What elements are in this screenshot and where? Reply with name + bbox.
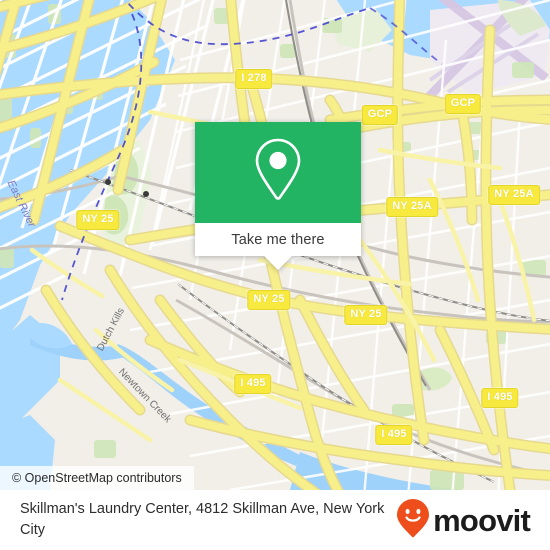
map-attribution[interactable]: © OpenStreetMap contributors — [0, 466, 194, 490]
road-shield[interactable]: I 495 — [375, 425, 413, 445]
road-shield[interactable]: NY 25 — [76, 210, 120, 230]
take-me-there-button[interactable]: Take me there — [195, 223, 361, 256]
map-canvas[interactable]: I 278 GCP GCP NY 25 NY 25A NY 25A NY 25 … — [0, 0, 550, 490]
map-pin-icon — [250, 135, 306, 210]
location-title: Skillman's Laundry Center, 4812 Skillman… — [20, 501, 385, 538]
moovit-wordmark: moovit — [433, 502, 531, 538]
road-shield[interactable]: NY 25A — [386, 197, 438, 217]
road-shield[interactable]: I 495 — [234, 374, 272, 394]
road-shield[interactable]: NY 25A — [488, 185, 540, 205]
take-me-there-label: Take me there — [231, 231, 325, 248]
moovit-logo[interactable]: moovit — [396, 498, 531, 543]
road-shield[interactable]: I 278 — [235, 69, 273, 89]
road-shield[interactable]: GCP — [444, 94, 482, 114]
popup-pointer-tail — [264, 256, 292, 270]
road-shield[interactable]: I 495 — [481, 388, 519, 408]
location-popup[interactable]: Take me there — [195, 122, 361, 270]
road-shield[interactable]: NY 25 — [344, 305, 388, 325]
road-shield[interactable]: GCP — [361, 105, 399, 125]
popup-header — [195, 122, 361, 223]
moovit-map-screenshot: I 278 GCP GCP NY 25 NY 25A NY 25A NY 25 … — [0, 0, 550, 550]
attribution-text: © OpenStreetMap contributors — [12, 471, 182, 485]
footer-bar: Skillman's Laundry Center, 4812 Skillman… — [0, 490, 550, 550]
moovit-pin-smile-icon — [396, 498, 430, 543]
road-shield[interactable]: NY 25 — [247, 290, 291, 310]
